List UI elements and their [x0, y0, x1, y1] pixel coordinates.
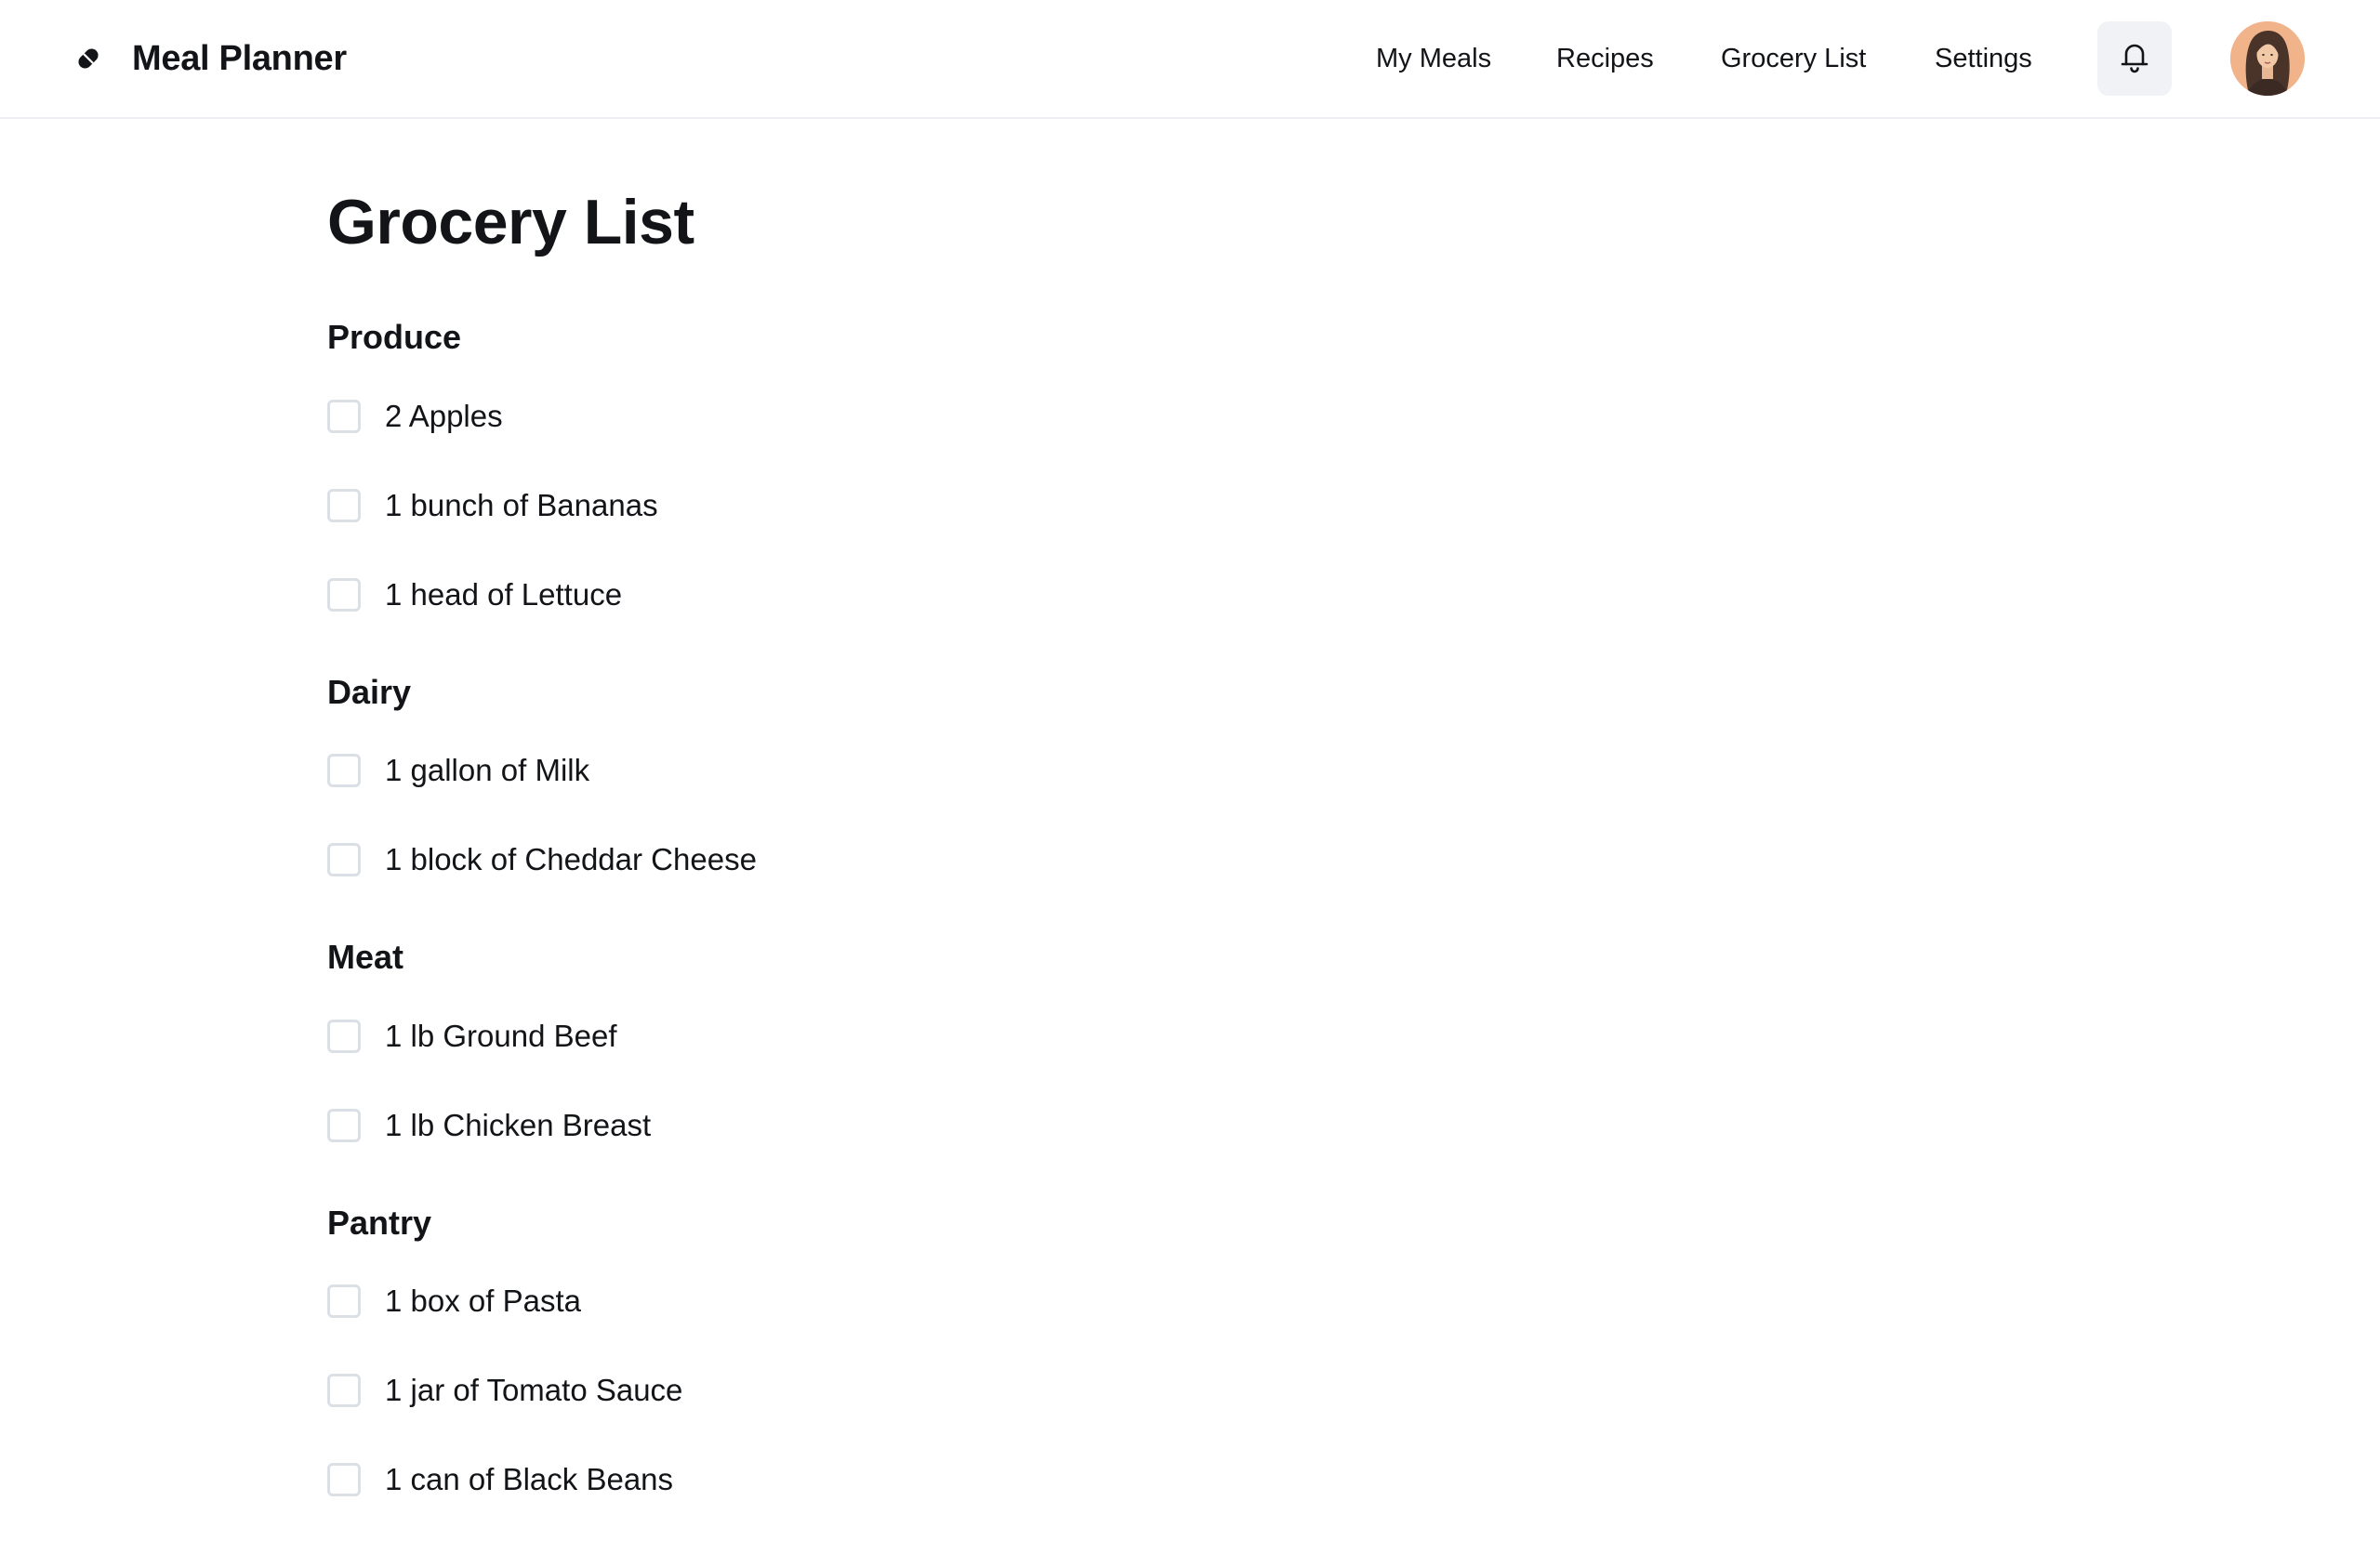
user-avatar-image: [2230, 21, 2305, 96]
nav-link-grocery-list[interactable]: Grocery List: [1721, 0, 1866, 117]
item-label: 1 lb Ground Beef: [385, 1019, 617, 1053]
grocery-item[interactable]: 2 Apples: [327, 396, 503, 437]
main-nav: My Meals Recipes Grocery List Settings: [0, 0, 2380, 117]
item-checkbox[interactable]: [327, 1109, 361, 1142]
item-label: 1 jar of Tomato Sauce: [385, 1373, 683, 1407]
section-title-produce: Produce: [327, 318, 462, 356]
grocery-item[interactable]: 1 lb Ground Beef: [327, 1016, 617, 1057]
item-label: 1 gallon of Milk: [385, 753, 590, 787]
grocery-item[interactable]: 1 gallon of Milk: [327, 750, 589, 791]
page-title: Grocery List: [327, 187, 694, 257]
item-checkbox[interactable]: [327, 400, 361, 433]
item-checkbox[interactable]: [327, 843, 361, 876]
notifications-button[interactable]: [2097, 21, 2172, 96]
item-label: 1 can of Black Beans: [385, 1462, 674, 1496]
top-navigation-bar: Meal Planner My Meals Recipes Grocery Li…: [0, 0, 2380, 119]
item-label: 2 Apples: [385, 399, 503, 433]
grocery-item[interactable]: 1 box of Pasta: [327, 1281, 581, 1322]
nav-link-my-meals[interactable]: My Meals: [1376, 0, 1491, 117]
section-title-dairy: Dairy: [327, 673, 412, 711]
item-label: 1 block of Cheddar Cheese: [385, 842, 757, 876]
grocery-item[interactable]: 1 bunch of Bananas: [327, 485, 658, 526]
item-label: 1 lb Chicken Breast: [385, 1108, 652, 1142]
grocery-item[interactable]: 1 head of Lettuce: [327, 574, 622, 615]
avatar[interactable]: [2230, 21, 2305, 96]
item-checkbox[interactable]: [327, 1463, 361, 1496]
nav-link-recipes[interactable]: Recipes: [1556, 0, 1654, 117]
section-title-meat: Meat: [327, 938, 404, 976]
nav-link-settings[interactable]: Settings: [1935, 0, 2032, 117]
item-label: 1 head of Lettuce: [385, 577, 623, 612]
item-checkbox[interactable]: [327, 578, 361, 612]
section-title-pantry: Pantry: [327, 1204, 432, 1242]
item-checkbox[interactable]: [327, 1020, 361, 1053]
item-checkbox[interactable]: [327, 754, 361, 787]
item-checkbox[interactable]: [327, 1374, 361, 1407]
item-label: 1 box of Pasta: [385, 1284, 581, 1318]
grocery-item[interactable]: 1 block of Cheddar Cheese: [327, 839, 757, 880]
item-checkbox[interactable]: [327, 489, 361, 522]
grocery-item[interactable]: 1 lb Chicken Breast: [327, 1105, 651, 1146]
grocery-item[interactable]: 1 jar of Tomato Sauce: [327, 1370, 682, 1411]
item-label: 1 bunch of Bananas: [385, 488, 658, 522]
item-checkbox[interactable]: [327, 1284, 361, 1318]
grocery-item[interactable]: 1 can of Black Beans: [327, 1459, 673, 1500]
bell-icon: [2119, 40, 2150, 78]
